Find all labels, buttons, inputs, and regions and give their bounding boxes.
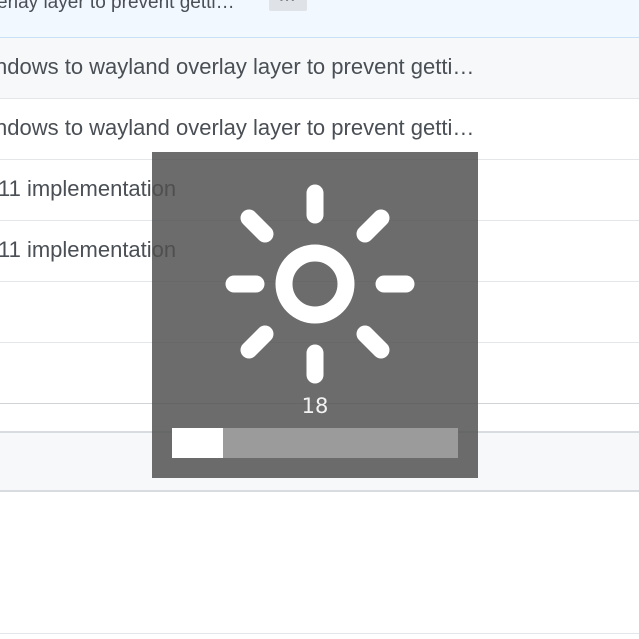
commit-title[interactable]: ndows to wayland overlay layer to preven… <box>0 117 474 139</box>
brightness-level-fill <box>172 428 224 458</box>
commit-title[interactable]: ndows to wayland overlay layer to preven… <box>0 56 474 78</box>
expand-message-button[interactable]: ··· <box>269 0 307 11</box>
commit-title: erlay layer to prevent getti… <box>0 0 235 13</box>
commit-title[interactable]: 11 implementation <box>0 178 176 200</box>
commit-row[interactable]: ndows to wayland overlay layer to preven… <box>0 99 639 160</box>
commit-row[interactable]: erlay layer to prevent getti… ··· <box>0 0 639 38</box>
list-area <box>0 492 639 634</box>
brightness-value: 18 <box>301 394 329 418</box>
commit-title[interactable]: 11 implementation <box>0 239 176 261</box>
brightness-level-bar <box>172 428 458 458</box>
commit-row[interactable]: ndows to wayland overlay layer to preven… <box>0 38 639 99</box>
page: erlay layer to prevent getti… ··· ndows … <box>0 0 639 639</box>
brightness-osd: 18 <box>152 152 478 478</box>
